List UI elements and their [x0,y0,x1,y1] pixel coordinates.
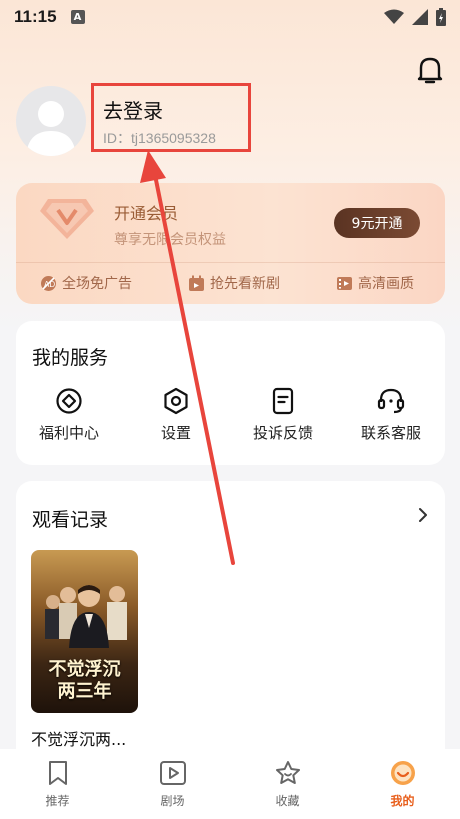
wifi-icon [384,9,404,24]
vip-purchase-button[interactable]: 9元开通 [334,208,420,238]
bottom-tab-bar: 推荐 剧场 收藏 我的 [0,749,460,819]
chevron-right-icon[interactable] [416,507,430,523]
service-label: 设置 [160,424,191,442]
bookmark-icon [48,761,67,785]
diamond-icon [56,388,82,414]
default-avatar-icon [26,101,76,156]
poster-title-line2: 两三年 [57,681,112,702]
service-label: 联系客服 [360,424,421,442]
play-icon [159,761,186,785]
profile-icon [390,761,415,785]
service-welfare-center[interactable]: 福利中心 [29,387,109,443]
tab-theater[interactable]: 剧场 [115,749,230,819]
watch-history-card: 观看记录 不觉浮沉 两三年 不觉浮沉两... [16,481,445,771]
perk-early-access: 抢先看新剧 [188,273,280,293]
calendar-icon [189,275,204,291]
tab-recommend[interactable]: 推荐 [0,749,115,819]
perk-no-ads: AD 全场免广告 [40,273,132,293]
status-time: 11:15 [14,7,57,26]
service-feedback[interactable]: 投诉反馈 [243,387,323,443]
login-link[interactable]: 去登录 [103,95,163,124]
tab-label: 推荐 [45,794,70,808]
avatar[interactable] [16,86,86,156]
poster-title-line1: 不觉浮沉 [48,659,121,680]
show-name[interactable]: 不觉浮沉两... [31,726,126,750]
sim-icon: A [70,10,85,24]
tab-label: 收藏 [275,794,300,808]
vip-title: 开通会员 [114,204,179,223]
vip-subtitle: 尊享无限会员权益 [114,232,226,248]
perk-hd-quality: 高清画质 [336,273,414,293]
services-title: 我的服务 [32,347,109,369]
no-ads-icon: AD [41,275,56,291]
document-icon [272,387,294,415]
profile-section[interactable] [16,86,86,156]
film-icon [337,276,352,290]
service-settings[interactable]: 设置 [136,387,216,443]
vip-card[interactable]: 开通会员 尊享无限会员权益 9元开通 AD 全场免广告 抢先看新剧 高清画质 [16,183,445,304]
signal-icon [412,9,428,25]
tab-label: 我的 [390,794,415,808]
tab-mine[interactable]: 我的 [345,749,460,819]
tab-favorites[interactable]: 收藏 [230,749,345,819]
poster-title: 不觉浮沉 两三年 [31,659,138,703]
svg-text:AD: AD [44,280,55,289]
show-poster[interactable]: 不觉浮沉 两三年 [31,550,138,713]
perk-label: 高清画质 [358,276,414,292]
status-bar: 11:15 A [0,0,460,34]
service-customer-support[interactable]: 联系客服 [351,387,431,443]
vip-perks: AD 全场免广告 抢先看新剧 高清画质 [16,269,445,297]
tab-label: 剧场 [160,794,185,808]
settings-hexagon-icon [164,387,188,415]
vip-badge-icon [40,199,94,239]
service-label: 福利中心 [38,424,99,442]
perk-label: 抢先看新剧 [210,276,280,292]
divider [16,262,445,263]
notification-bell-icon[interactable] [416,55,444,85]
perk-label: 全场免广告 [62,276,132,292]
headset-icon [377,388,405,414]
history-title: 观看记录 [32,509,109,531]
star-icon [275,761,300,784]
services-card: 我的服务 福利中心 设置 投诉反馈 联系客服 [16,321,445,465]
battery-icon [436,8,446,26]
user-id: ID：tj1365095328 [103,130,216,146]
service-label: 投诉反馈 [252,424,313,442]
